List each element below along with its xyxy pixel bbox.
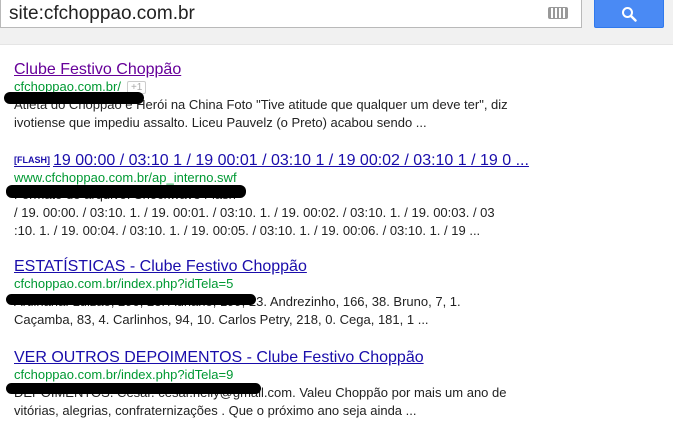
search-result: [FLASH] 19 00:00 / 03:10 1 / 19 00:01 / 0…	[6, 151, 664, 240]
result-snippet-line: :10. 1. / 19. 00:04. / 03:10. 1. / 19. 0…	[14, 223, 481, 238]
redaction-mark	[6, 294, 256, 305]
search-button[interactable]	[594, 0, 664, 28]
redaction-mark	[6, 185, 246, 198]
result-title-row: [FLASH] 19 00:00 / 03:10 1 / 19 00:01 / 0…	[14, 151, 664, 170]
search-result: VER OUTROS DEPOIMENTOS - Clube Festivo C…	[6, 348, 664, 420]
result-snippet-line: Caçamba, 83, 4. Carlinhos, 94, 10. Carlo…	[14, 312, 429, 327]
keyboard-icon[interactable]	[548, 7, 568, 19]
result-snippet-line: vitórias, alegrias, confraternizações . …	[14, 403, 417, 418]
search-result: Clube Festivo Choppão cfchoppao.com.br/+…	[4, 60, 664, 132]
result-title-link[interactable]: ESTATÍSTICAS - Clube Festivo Choppão	[14, 257, 664, 276]
redaction-mark	[4, 92, 144, 104]
search-icon	[622, 7, 637, 22]
search-input[interactable]: site:cfchoppao.com.br	[0, 0, 582, 28]
result-snippet-line: ivotiense que impediu assalto. Liceu Pau…	[14, 115, 427, 130]
result-url: www.cfchoppao.com.br/ap_interno.swf	[14, 170, 237, 185]
flash-tag: [FLASH]	[14, 155, 50, 165]
search-bar: site:cfchoppao.com.br	[0, 0, 673, 45]
result-title-link[interactable]: 19 00:00 / 03:10 1 / 19 00:01 / 03:10 1 …	[53, 152, 529, 169]
result-snippet-line: / 19. 00:00. / 03:10. 1. / 19. 00:01. / …	[14, 205, 495, 220]
result-url: cfchoppao.com.br/index.php?idTela=5	[14, 276, 234, 291]
search-result: ESTATÍSTICAS - Clube Festivo Choppão cfc…	[6, 257, 664, 329]
result-title-link[interactable]: VER OUTROS DEPOIMENTOS - Clube Festivo C…	[14, 348, 664, 367]
result-url: cfchoppao.com.br/index.php?idTela=9	[14, 367, 234, 382]
search-query-text: site:cfchoppao.com.br	[9, 3, 195, 24]
redaction-mark	[6, 383, 261, 394]
result-title-link[interactable]: Clube Festivo Choppão	[14, 60, 664, 79]
